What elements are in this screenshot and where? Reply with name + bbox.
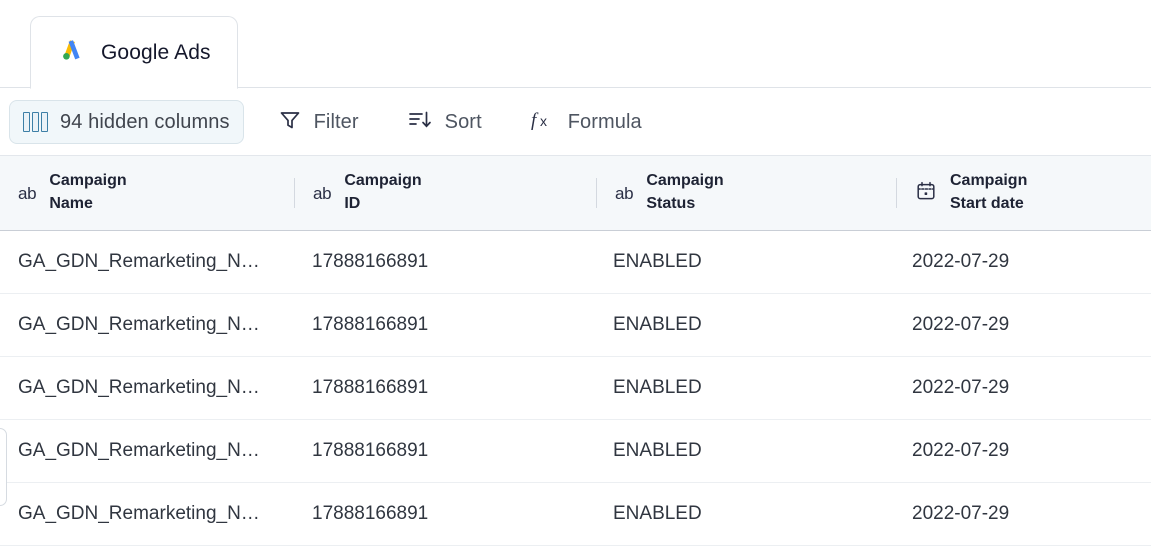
cell-campaign-name[interactable]: GA_GDN_Remarketing_N… bbox=[0, 503, 294, 525]
cell-campaign-status[interactable]: ENABLED bbox=[595, 377, 894, 399]
table-row[interactable]: GA_GDN_Remarketing_N… 17888166891 ENABLE… bbox=[0, 357, 1151, 420]
formula-button[interactable]: f x Formula bbox=[516, 100, 656, 144]
cell-campaign-status[interactable]: ENABLED bbox=[595, 440, 894, 462]
text-type-icon: ab bbox=[313, 183, 332, 203]
formula-label: Formula bbox=[567, 110, 642, 133]
tab-label: Google Ads bbox=[101, 40, 211, 64]
column-header-line2: Name bbox=[49, 195, 93, 212]
cell-campaign-start-date[interactable]: 2022-07-29 bbox=[894, 314, 1150, 336]
cell-campaign-name[interactable]: GA_GDN_Remarketing_N… bbox=[0, 314, 294, 336]
columns-icon bbox=[23, 112, 48, 132]
svg-text:x: x bbox=[540, 113, 547, 129]
column-header-campaign-id[interactable]: ab Campaign ID bbox=[295, 156, 596, 230]
table-row[interactable]: GA_GDN_Remarketing_N… 17888166891 ENABLE… bbox=[0, 420, 1151, 483]
column-header-line2: ID bbox=[344, 195, 361, 212]
filter-button[interactable]: Filter bbox=[264, 100, 373, 144]
toolbar: 94 hidden columns Filter Sort f x Formul bbox=[0, 88, 1151, 156]
sort-descending-icon bbox=[407, 108, 433, 137]
table-row[interactable]: GA_GDN_Remarketing_N… 17888166891 ENABLE… bbox=[0, 231, 1151, 294]
cell-campaign-start-date[interactable]: 2022-07-29 bbox=[894, 251, 1150, 273]
calendar-type-icon bbox=[915, 180, 937, 207]
hidden-columns-label: 94 hidden columns bbox=[60, 110, 230, 133]
column-header-label: Campaign Status bbox=[646, 170, 723, 215]
column-header-campaign-start-date[interactable]: Campaign Start date bbox=[897, 156, 1151, 230]
cell-campaign-id[interactable]: 17888166891 bbox=[294, 377, 595, 399]
data-grid: ab Campaign Name ab Campaign ID ab Campa… bbox=[0, 156, 1151, 546]
table-row[interactable]: GA_GDN_Remarketing_N… 17888166891 ENABLE… bbox=[0, 483, 1151, 546]
column-header-line1: Campaign bbox=[344, 172, 422, 190]
cell-campaign-status[interactable]: ENABLED bbox=[595, 251, 894, 273]
cell-campaign-status[interactable]: ENABLED bbox=[595, 314, 894, 336]
column-header-line1: Campaign bbox=[49, 172, 127, 190]
cell-campaign-id[interactable]: 17888166891 bbox=[294, 440, 595, 462]
sort-button[interactable]: Sort bbox=[393, 100, 496, 144]
column-header-label: Campaign Name bbox=[49, 170, 126, 215]
cell-campaign-id[interactable]: 17888166891 bbox=[294, 503, 595, 525]
cell-campaign-name[interactable]: GA_GDN_Remarketing_N… bbox=[0, 377, 294, 399]
text-type-icon: ab bbox=[18, 183, 37, 203]
column-header-label: Campaign ID bbox=[344, 170, 421, 215]
hidden-columns-button[interactable]: 94 hidden columns bbox=[9, 100, 244, 144]
cell-campaign-id[interactable]: 17888166891 bbox=[294, 251, 595, 273]
function-icon: f x bbox=[530, 108, 556, 137]
column-header-line1: Campaign bbox=[646, 172, 724, 190]
tab-bar: Google Ads bbox=[0, 0, 1151, 89]
google-ads-logo-icon bbox=[57, 35, 87, 70]
column-header-label: Campaign Start date bbox=[950, 170, 1027, 215]
grid-header-row: ab Campaign Name ab Campaign ID ab Campa… bbox=[0, 156, 1151, 231]
funnel-icon bbox=[278, 108, 302, 137]
cell-campaign-name[interactable]: GA_GDN_Remarketing_N… bbox=[0, 251, 294, 273]
column-header-line2: Status bbox=[646, 195, 696, 212]
row-scroll-handle[interactable] bbox=[0, 428, 7, 506]
filter-label: Filter bbox=[313, 110, 359, 133]
tab-google-ads[interactable]: Google Ads bbox=[30, 16, 238, 89]
cell-campaign-status[interactable]: ENABLED bbox=[595, 503, 894, 525]
column-header-campaign-name[interactable]: ab Campaign Name bbox=[0, 156, 294, 230]
cell-campaign-start-date[interactable]: 2022-07-29 bbox=[894, 440, 1150, 462]
column-header-line1: Campaign bbox=[950, 172, 1028, 190]
table-row[interactable]: GA_GDN_Remarketing_N… 17888166891 ENABLE… bbox=[0, 294, 1151, 357]
text-type-icon: ab bbox=[615, 183, 634, 203]
sort-label: Sort bbox=[444, 110, 482, 133]
column-header-line2: Start date bbox=[950, 195, 1024, 212]
cell-campaign-start-date[interactable]: 2022-07-29 bbox=[894, 503, 1150, 525]
cell-campaign-name[interactable]: GA_GDN_Remarketing_N… bbox=[0, 440, 294, 462]
cell-campaign-id[interactable]: 17888166891 bbox=[294, 314, 595, 336]
cell-campaign-start-date[interactable]: 2022-07-29 bbox=[894, 377, 1150, 399]
column-header-campaign-status[interactable]: ab Campaign Status bbox=[597, 156, 896, 230]
svg-text:f: f bbox=[531, 110, 539, 131]
